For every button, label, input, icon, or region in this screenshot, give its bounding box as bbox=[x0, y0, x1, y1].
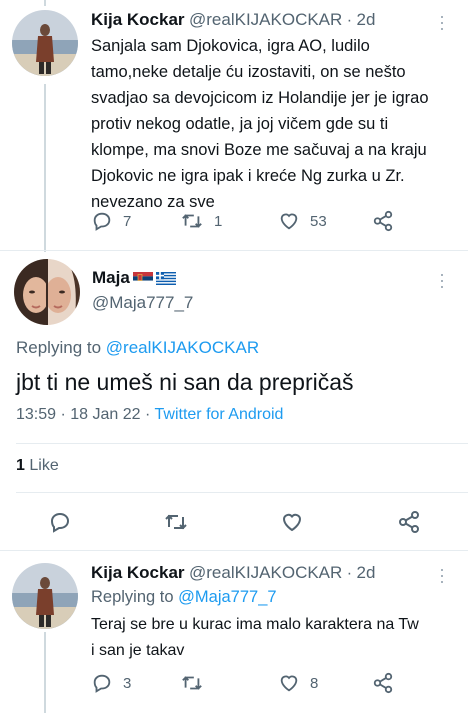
retweet-button[interactable] bbox=[163, 510, 189, 534]
tweet-line: i san je takav bbox=[91, 642, 185, 659]
replying-to: Replying to @realKIJAKOCKAR bbox=[16, 338, 259, 358]
likes-label: Like bbox=[29, 457, 59, 474]
reply-button[interactable] bbox=[48, 510, 72, 534]
author-row: Maja bbox=[92, 268, 176, 288]
like-count: 8 bbox=[310, 674, 319, 692]
share-button[interactable] bbox=[397, 510, 421, 534]
retweet-icon bbox=[182, 676, 202, 690]
tweet-line: Sanjala sam Djokovica, igra AO, ludilo bbox=[91, 37, 370, 55]
reply-button[interactable]: 7 bbox=[91, 210, 131, 232]
like-button[interactable]: 8 bbox=[278, 672, 318, 694]
tweet-line: klompe, ma snovi Boze me sačuvaj a na kr… bbox=[91, 141, 427, 159]
reply-icon bbox=[93, 674, 111, 693]
tweet-line: svadjao sa devojcicom iz Holandije jer j… bbox=[91, 89, 429, 107]
replying-label: Replying to bbox=[16, 338, 102, 357]
avatar[interactable] bbox=[14, 259, 80, 325]
serbia-flag-icon bbox=[132, 271, 153, 285]
tweet-2-focused[interactable]: Maja @Maja777_7 · · · Replying to @realKIJ… bbox=[0, 251, 468, 551]
author-handle[interactable]: @realKIJAKOCKAR bbox=[189, 563, 342, 582]
tweet-meta: 13:59 · 18 Jan 22 · Twitter for Android bbox=[16, 406, 283, 424]
reply-count: 7 bbox=[123, 212, 132, 230]
tweet-line: Djokovic ne igra ipak i kreće Ng zurka u… bbox=[91, 167, 405, 185]
replying-to: Replying to @Maja777_7 bbox=[91, 588, 277, 607]
share-icon bbox=[373, 672, 393, 694]
author-name[interactable]: Kija Kockar bbox=[91, 563, 185, 582]
tweet-body: jbt ti ne umeš ni san da prepričaš bbox=[16, 369, 354, 395]
reply-button[interactable]: 3 bbox=[91, 672, 131, 694]
likes-summary[interactable]: 1 Like bbox=[16, 457, 59, 475]
tweet-header: Kija Kockar @realKIJAKOCKAR · 2d bbox=[91, 10, 375, 30]
tweet-line: Teraj se bre u kurac ima malo karaktera … bbox=[91, 616, 419, 633]
likes-count: 1 bbox=[16, 457, 25, 474]
divider bbox=[16, 443, 468, 444]
retweet-count: 1 bbox=[214, 212, 223, 230]
more-options-icon[interactable]: · · · bbox=[438, 7, 446, 37]
reply-icon bbox=[50, 512, 70, 533]
tweet-1[interactable]: Kija Kockar @realKIJAKOCKAR · 2d · · · San… bbox=[0, 0, 468, 250]
more-options-icon[interactable]: · · · bbox=[438, 265, 446, 295]
like-button[interactable] bbox=[280, 510, 304, 534]
tweet-time[interactable]: 2d bbox=[357, 10, 376, 29]
retweet-button[interactable]: 1 bbox=[180, 210, 222, 232]
replying-handle-link[interactable]: @realKIJAKOCKAR bbox=[106, 338, 259, 357]
tweet-body: Teraj se bre u kurac ima malo karaktera … bbox=[91, 612, 461, 664]
author-handle[interactable]: @Maja777_7 bbox=[92, 293, 193, 313]
share-icon bbox=[373, 210, 393, 232]
retweet-icon bbox=[165, 514, 187, 530]
separator-dot: · bbox=[145, 406, 151, 423]
heart-icon bbox=[282, 513, 302, 532]
tweet-source-link[interactable]: Twitter for Android bbox=[155, 406, 284, 423]
heart-icon bbox=[280, 675, 298, 692]
tweet-time[interactable]: 2d bbox=[357, 563, 376, 582]
heart-icon bbox=[280, 213, 298, 230]
avatar[interactable] bbox=[12, 10, 78, 76]
more-options-icon[interactable]: · · · bbox=[438, 560, 446, 590]
tweet-line: protiv nekog odatle, ja joj vičem gde su… bbox=[91, 115, 389, 133]
replying-label: Replying to bbox=[91, 588, 174, 606]
author-name[interactable]: Maja bbox=[92, 268, 130, 288]
retweet-icon bbox=[182, 214, 202, 228]
author-handle[interactable]: @realKIJAKOCKAR bbox=[189, 10, 342, 29]
share-button[interactable] bbox=[372, 672, 394, 694]
like-button[interactable]: 53 bbox=[278, 210, 327, 232]
retweet-button[interactable] bbox=[180, 672, 204, 694]
greece-flag-icon bbox=[155, 271, 176, 285]
avatar[interactable] bbox=[12, 563, 78, 629]
share-icon bbox=[399, 511, 419, 533]
reply-icon bbox=[93, 212, 111, 231]
author-name[interactable]: Kija Kockar bbox=[91, 10, 185, 29]
like-count: 53 bbox=[310, 212, 327, 230]
tweet-date[interactable]: 18 Jan 22 bbox=[70, 406, 140, 423]
replying-handle-link[interactable]: @Maja777_7 bbox=[178, 588, 276, 606]
tweet-line: nevezano za sve bbox=[91, 193, 215, 211]
tweet-header: Kija Kockar @realKIJAKOCKAR · 2d bbox=[91, 563, 375, 583]
separator-dot: · bbox=[346, 565, 353, 582]
tweet-time[interactable]: 13:59 bbox=[16, 406, 56, 423]
separator-dot: · bbox=[346, 12, 353, 29]
tweet-line: tamo,neke detalje ću izostaviti, on se n… bbox=[91, 63, 406, 81]
separator-dot: · bbox=[60, 406, 66, 423]
tweet-body: Sanjala sam Djokovica, igra AO, ludilo t… bbox=[91, 33, 461, 215]
tweet-3[interactable]: Kija Kockar @realKIJAKOCKAR · 2d · · · Rep… bbox=[0, 551, 468, 713]
divider bbox=[16, 492, 468, 493]
reply-count: 3 bbox=[123, 674, 132, 692]
share-button[interactable] bbox=[372, 210, 394, 232]
